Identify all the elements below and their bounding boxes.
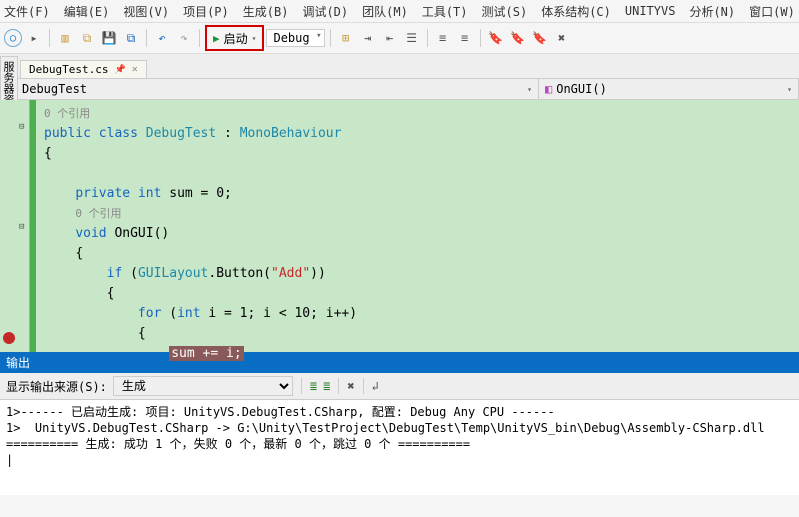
output-source-dropdown[interactable]: 生成: [113, 376, 293, 396]
menu-unityvs[interactable]: UNITYVS: [625, 4, 676, 18]
start-debug-button[interactable]: ▶ 启动 ▾: [205, 25, 264, 51]
menu-analyze[interactable]: 分析(N): [689, 3, 735, 20]
toolbar-icon[interactable]: ☰: [402, 28, 422, 48]
menu-test[interactable]: 测试(S): [482, 3, 528, 20]
code-nav-bar: DebugTest ▾ ◧ OnGUI() ▾: [0, 78, 799, 100]
menu-file[interactable]: 文件(F): [4, 3, 50, 20]
menu-debug[interactable]: 调试(D): [302, 3, 348, 20]
toolbar-icon[interactable]: ≡: [455, 28, 475, 48]
redo-icon[interactable]: ↷: [174, 28, 194, 48]
menu-arch[interactable]: 体系结构(C): [541, 3, 611, 20]
gutter[interactable]: [0, 100, 30, 352]
menu-view[interactable]: 视图(V): [123, 3, 169, 20]
menu-bar: 文件(F) 编辑(E) 视图(V) 项目(P) 生成(B) 调试(D) 团队(M…: [0, 0, 799, 22]
menu-team[interactable]: 团队(M): [362, 3, 408, 20]
new-project-icon[interactable]: ▥: [55, 28, 75, 48]
pin-icon[interactable]: 📌: [114, 65, 125, 75]
method-icon: ◧: [545, 82, 552, 96]
open-icon[interactable]: ⧉: [77, 28, 97, 48]
close-tab-icon[interactable]: ✕: [132, 64, 138, 75]
save-all-icon[interactable]: ⧉: [121, 28, 141, 48]
breakpoint-icon[interactable]: [3, 332, 15, 344]
hover-tooltip: sum += i;: [169, 346, 243, 361]
bookmark-icon[interactable]: 🔖: [486, 28, 506, 48]
class-name: DebugTest: [22, 82, 87, 96]
output-text[interactable]: 1>------ 已启动生成: 项目: UnityVS.DebugTest.CS…: [0, 400, 799, 495]
toolbar-icon[interactable]: ⇥: [358, 28, 378, 48]
wrap-icon[interactable]: ↲: [372, 379, 379, 393]
toolbar-icon[interactable]: ≣: [310, 379, 317, 393]
code-editor[interactable]: ⊟ ⊟ 0 个引用 public class DebugTest : MonoB…: [0, 100, 799, 352]
toolbar: ◯ ▸ ▥ ⧉ 💾 ⧉ ↶ ↷ ▶ 启动 ▾ Debug ⊞ ⇥ ⇤ ☰ ≡ ≡…: [0, 22, 799, 54]
nav-fwd-icon[interactable]: ▸: [24, 28, 44, 48]
output-source-label: 显示输出来源(S):: [6, 378, 107, 395]
config-dropdown[interactable]: Debug: [266, 29, 324, 47]
toolbar-icon[interactable]: ≡: [433, 28, 453, 48]
class-dropdown[interactable]: DebugTest ▾: [0, 79, 539, 99]
tab-label: DebugTest.cs: [29, 63, 108, 76]
bookmark-prev-icon[interactable]: 🔖: [508, 28, 528, 48]
collapse-icon[interactable]: ⊟: [19, 122, 24, 132]
toolbar-icon[interactable]: ≣: [323, 379, 330, 393]
menu-window[interactable]: 窗口(W): [749, 3, 795, 20]
toolbar-icon[interactable]: ⇤: [380, 28, 400, 48]
start-label: 启动: [224, 30, 248, 47]
code-area[interactable]: 0 个引用 public class DebugTest : MonoBehav…: [36, 100, 357, 352]
clear-icon[interactable]: ✖: [347, 379, 354, 393]
member-dropdown[interactable]: ◧ OnGUI() ▾: [539, 79, 799, 99]
menu-tools[interactable]: 工具(T): [422, 3, 468, 20]
undo-icon[interactable]: ↶: [152, 28, 172, 48]
bookmark-next-icon[interactable]: 🔖: [530, 28, 550, 48]
save-icon[interactable]: 💾: [99, 28, 119, 48]
toolbar-icon[interactable]: ⊞: [336, 28, 356, 48]
file-tab[interactable]: DebugTest.cs 📌 ✕: [20, 60, 147, 78]
document-tabs: DebugTest.cs 📌 ✕: [0, 54, 799, 78]
play-icon: ▶: [213, 32, 220, 45]
menu-project[interactable]: 项目(P): [183, 3, 229, 20]
menu-build[interactable]: 生成(B): [243, 3, 289, 20]
bookmark-clear-icon[interactable]: ✖: [552, 28, 572, 48]
menu-edit[interactable]: 编辑(E): [64, 3, 110, 20]
nav-back-icon[interactable]: ◯: [4, 29, 22, 47]
member-name: OnGUI(): [556, 82, 607, 96]
collapse-icon[interactable]: ⊟: [19, 222, 24, 232]
output-toolbar: 显示输出来源(S): 生成 ≣ ≣ ✖ ↲: [0, 373, 799, 400]
